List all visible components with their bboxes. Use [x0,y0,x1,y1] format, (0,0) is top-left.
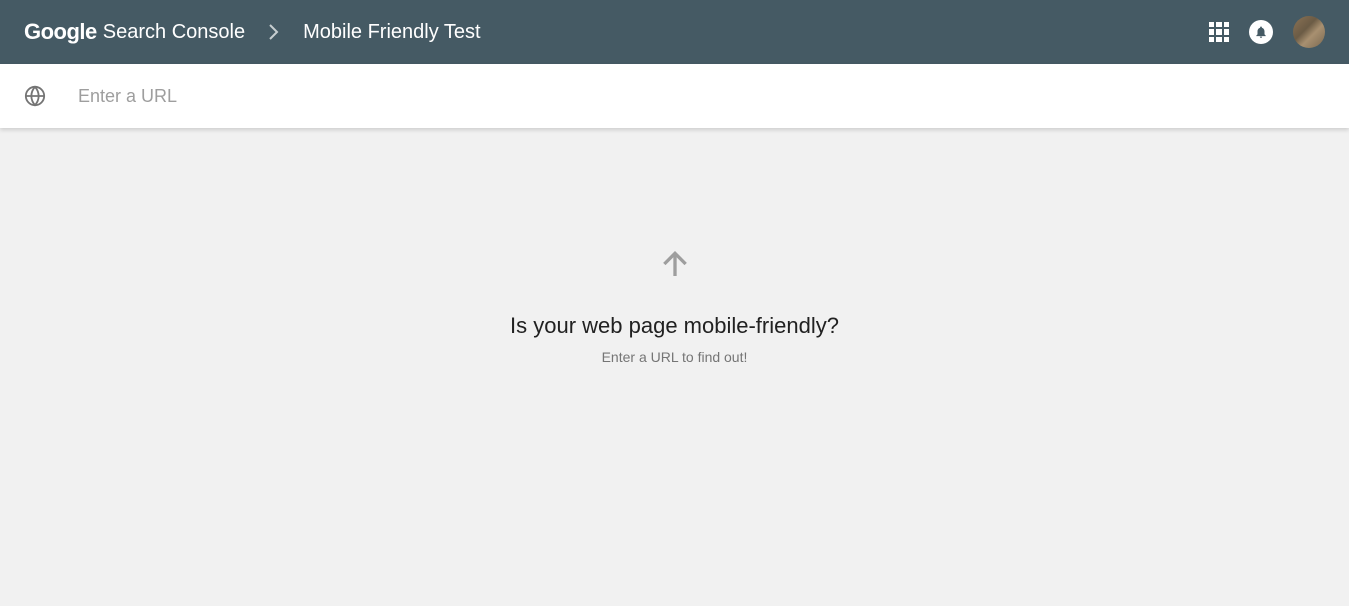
arrow-up-icon [659,248,691,285]
globe-icon [24,85,46,107]
url-input[interactable] [78,86,1325,107]
app-header: Google Search Console Mobile Friendly Te… [0,0,1349,64]
product-name: Search Console [103,21,245,44]
main-content: Is your web page mobile-friendly? Enter … [0,128,1349,365]
avatar[interactable] [1293,16,1325,48]
apps-icon[interactable] [1209,22,1229,42]
google-logo: Google [24,19,97,45]
sub-text: Enter a URL to find out! [602,349,748,365]
url-search-bar [0,64,1349,128]
logo-link[interactable]: Google Search Console [24,19,245,45]
page-title: Mobile Friendly Test [303,21,480,44]
notifications-icon[interactable] [1249,20,1273,44]
header-actions [1209,16,1325,48]
chevron-right-icon [269,24,279,40]
main-heading: Is your web page mobile-friendly? [510,313,839,339]
